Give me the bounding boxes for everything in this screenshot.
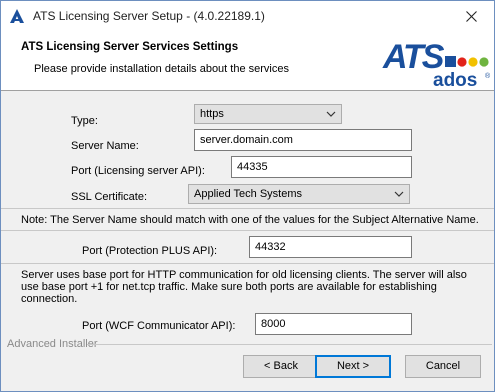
separator bbox=[1, 263, 494, 264]
advanced-installer-label: Advanced Installer bbox=[7, 338, 98, 350]
ssl-certificate-label: SSL Certificate: bbox=[71, 191, 148, 203]
port-protection-input[interactable]: 44332 bbox=[249, 236, 412, 258]
cancel-button[interactable]: Cancel bbox=[405, 355, 481, 378]
port-api-label: Port (Licensing server API): bbox=[71, 165, 205, 177]
footer-separator bbox=[87, 344, 492, 345]
page-subtitle: Please provide installation details abou… bbox=[34, 63, 289, 75]
san-note: Note: The Server Name should match with … bbox=[21, 214, 479, 226]
title-bar[interactable]: ATS Licensing Server Setup - (4.0.22189.… bbox=[1, 1, 494, 31]
type-dropdown[interactable]: https bbox=[194, 104, 342, 124]
type-label: Type: bbox=[71, 115, 98, 127]
separator bbox=[1, 208, 494, 209]
logo-registered-mark: ® bbox=[485, 72, 491, 80]
chevron-down-icon bbox=[394, 191, 404, 197]
next-button[interactable]: Next > bbox=[315, 355, 391, 378]
page-title: ATS Licensing Server Services Settings bbox=[21, 41, 239, 53]
chevron-down-icon bbox=[326, 111, 336, 117]
server-name-input[interactable]: server.domain.com bbox=[194, 129, 412, 151]
ssl-certificate-dropdown[interactable]: Applied Tech Systems bbox=[188, 184, 410, 204]
app-icon bbox=[10, 9, 24, 23]
setup-window: ATS Licensing Server Setup - (4.0.22189.… bbox=[0, 0, 495, 392]
ports-info-text: Server uses base port for HTTP communica… bbox=[21, 269, 467, 305]
port-protection-label: Port (Protection PLUS API): bbox=[82, 245, 218, 257]
back-button[interactable]: < Back bbox=[243, 355, 319, 378]
port-wcf-input[interactable]: 8000 bbox=[255, 313, 412, 335]
ats-ados-logo: ATS ados ® bbox=[382, 38, 491, 90]
logo-ados-text: ados bbox=[433, 70, 477, 90]
close-button[interactable] bbox=[448, 1, 494, 31]
window-title: ATS Licensing Server Setup - (4.0.22189.… bbox=[33, 9, 265, 23]
ssl-certificate-value: Applied Tech Systems bbox=[194, 188, 303, 200]
port-api-input[interactable]: 44335 bbox=[231, 156, 412, 178]
header-banner: ATS Licensing Server Services Settings P… bbox=[1, 31, 494, 91]
port-wcf-label: Port (WCF Communicator API): bbox=[82, 320, 236, 332]
close-icon bbox=[465, 10, 477, 22]
separator bbox=[1, 230, 494, 231]
type-value: https bbox=[200, 108, 224, 120]
server-name-label: Server Name: bbox=[71, 140, 139, 152]
